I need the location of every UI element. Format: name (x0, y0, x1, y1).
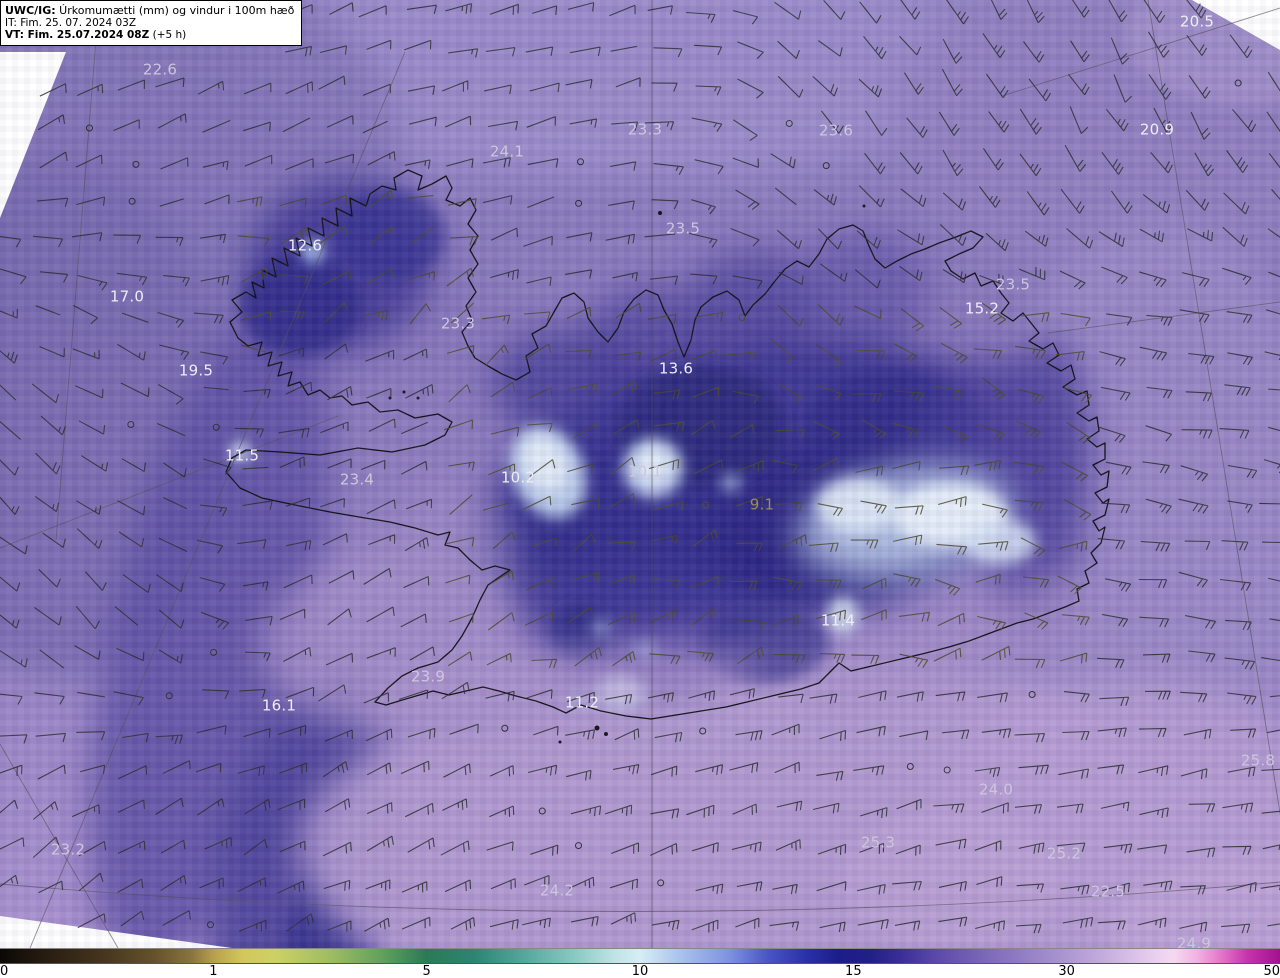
precip-field (0, 0, 1280, 948)
precip-blob (720, 474, 742, 492)
colorbar-tick-label: 0 (0, 964, 9, 978)
islet (658, 211, 662, 215)
colorbar-tick-label: 30 (1058, 964, 1075, 978)
precip-blob (335, 190, 445, 280)
islet (604, 732, 608, 736)
precip-blob (816, 478, 900, 532)
precip-wind-map-canvas (0, 0, 1280, 948)
precip-blob (800, 230, 930, 350)
precip-colorbar: 0 1 5 10 15 30 50 (0, 948, 1280, 978)
valid-time: VT: Fim. 25.07.2024 08Z (+5 h) (5, 29, 187, 41)
colorbar-tick-label: 15 (845, 964, 862, 978)
weather-map (0, 0, 1280, 948)
precip-blob (490, 330, 640, 440)
colorbar-tick-label: 5 (422, 964, 431, 978)
colorbar-tick-label: 1 (209, 964, 218, 978)
precip-blob (307, 244, 319, 256)
precip-blob (392, 480, 512, 640)
colorbar-gradient (0, 949, 1280, 964)
colorbar-tick-label: 10 (631, 964, 649, 978)
init-time: IT: Fim. 25. 07. 2024 03Z (5, 17, 137, 29)
islet (862, 204, 866, 208)
product-title: UWC/IG: Úrkomumætti (mm) og vindur i 100… (5, 4, 295, 17)
precip-blob (637, 449, 669, 481)
precip-blob (827, 597, 859, 635)
precip-blob (592, 619, 610, 637)
islet (402, 390, 406, 394)
precip-blob (840, 810, 1060, 948)
legend-title-box: UWC/IG: Úrkomumætti (mm) og vindur i 100… (0, 0, 303, 46)
islet (558, 740, 562, 744)
colorbar-tick-label: 50 (1263, 964, 1280, 978)
colorbar-ticks: 0 1 5 10 15 30 50 (0, 964, 1280, 978)
weather-chart-page: 20.5 22.6 23.3 23.6 20.9 24.1 23.5 12.6 23.5 17.0… (0, 0, 1280, 978)
islet (416, 396, 420, 400)
islet (594, 725, 600, 731)
